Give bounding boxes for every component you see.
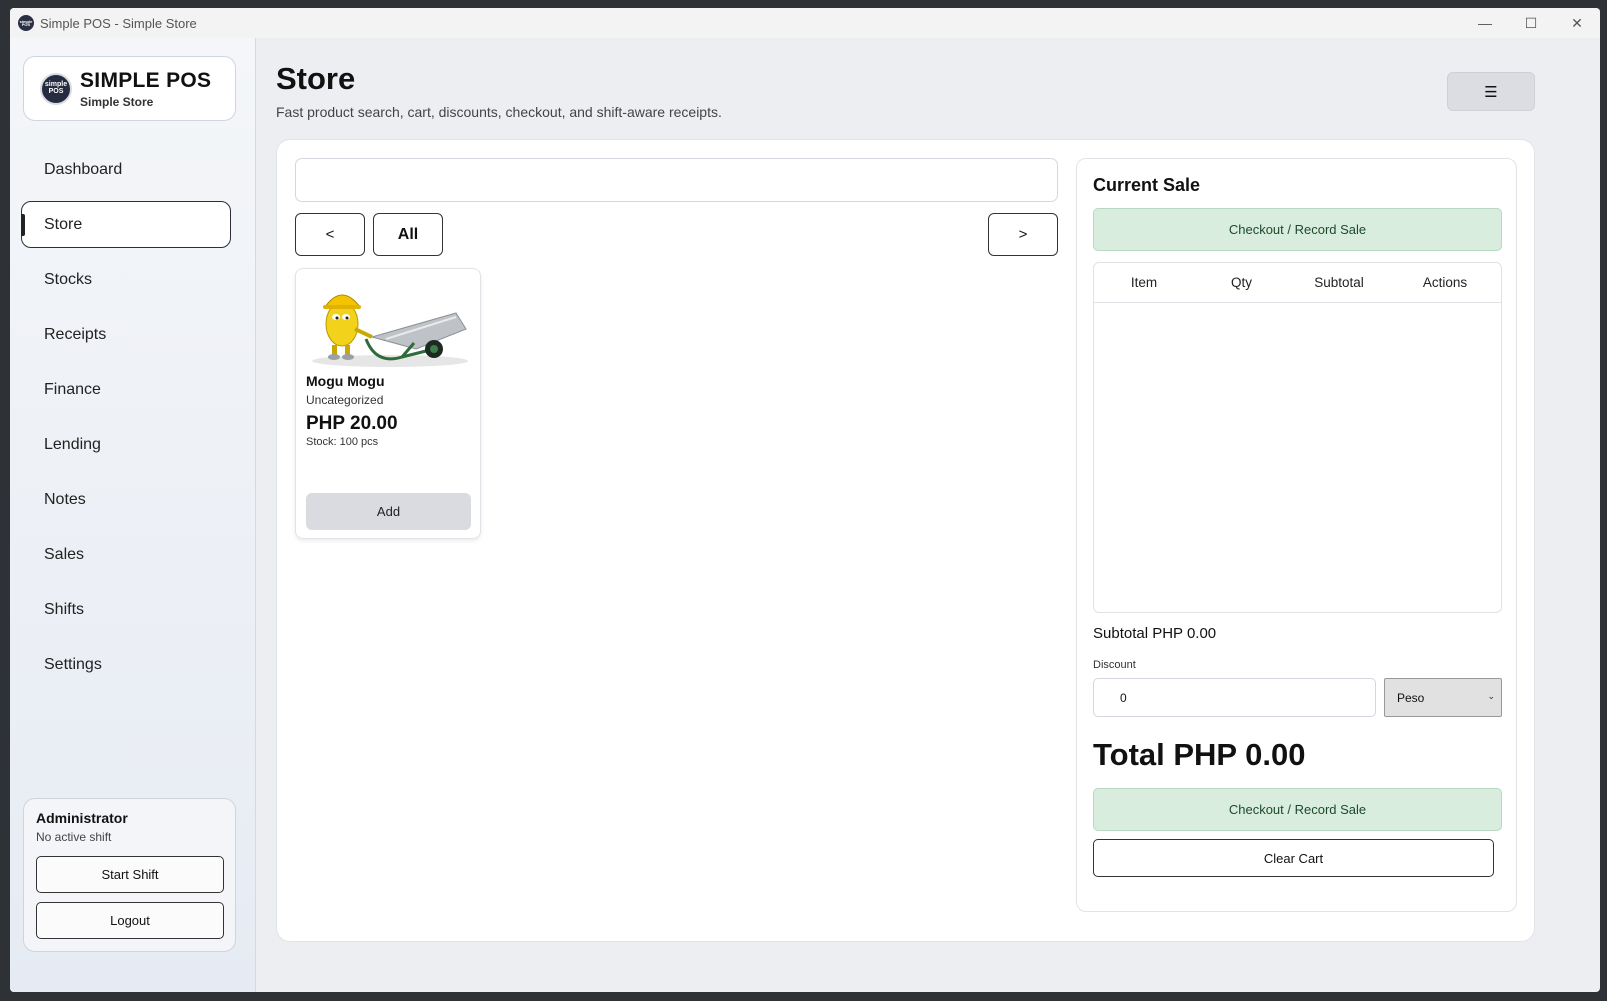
maximize-icon[interactable]: ☐ (1508, 8, 1554, 38)
sidebar-item-stocks[interactable]: Stocks (21, 256, 231, 303)
brand-subtitle: Simple Store (80, 94, 154, 109)
product-name: Mogu Mogu (306, 373, 385, 389)
discount-input[interactable]: 0 (1093, 678, 1376, 717)
brand-title: SIMPLE POS (80, 68, 212, 92)
user-name: Administrator (36, 810, 128, 826)
cart-table-header: Item Qty Subtotal Actions (1094, 263, 1501, 303)
column-header-item[interactable]: Item (1094, 275, 1194, 290)
app-window: simple POS Simple POS - Simple Store — ☐… (10, 8, 1600, 992)
title-bar: simple POS Simple POS - Simple Store — ☐… (10, 8, 1600, 38)
window-controls: — ☐ ✕ (1462, 8, 1600, 38)
product-price: PHP 20.00 (306, 413, 398, 434)
sidebar-item-store[interactable]: Store (21, 201, 231, 248)
brand-logo: simple POS (40, 72, 72, 105)
brand-card: simple POS SIMPLE POS Simple Store (23, 56, 236, 121)
main-area: Store Fast product search, cart, discoun… (257, 38, 1600, 992)
cart-subtotal: Subtotal PHP 0.00 (1093, 625, 1217, 642)
minimize-icon[interactable]: — (1462, 8, 1508, 38)
sidebar-item-lending[interactable]: Lending (21, 421, 231, 468)
search-input[interactable] (295, 158, 1058, 202)
sidebar-item-dashboard[interactable]: Dashboard (21, 146, 231, 193)
sidebar-nav: Dashboard Store Stocks Receipts Finance … (21, 146, 231, 696)
page-subtitle: Fast product search, cart, discounts, ch… (276, 104, 722, 120)
start-shift-button[interactable]: Start Shift (36, 856, 224, 893)
column-header-actions[interactable]: Actions (1389, 275, 1501, 290)
sidebar-item-sales[interactable]: Sales (21, 531, 231, 578)
product-image (312, 294, 468, 367)
close-icon[interactable]: ✕ (1554, 8, 1600, 38)
checkout-button-top[interactable]: Checkout / Record Sale (1093, 208, 1502, 251)
sidebar-item-settings[interactable]: Settings (21, 641, 231, 688)
category-next-button[interactable]: > (988, 213, 1058, 256)
column-header-qty[interactable]: Qty (1194, 275, 1289, 290)
chevron-down-icon: ⌄ (1487, 691, 1495, 701)
hamburger-icon: ☰ (1484, 83, 1498, 101)
product-category: Uncategorized (306, 393, 384, 407)
window-title: Simple POS - Simple Store (40, 15, 197, 31)
category-prev-button[interactable]: < (295, 213, 365, 256)
sidebar-item-finance[interactable]: Finance (21, 366, 231, 413)
product-card[interactable]: Mogu Mogu Uncategorized PHP 20.00 Stock:… (295, 268, 481, 539)
sidebar: simple POS SIMPLE POS Simple Store Dashb… (10, 38, 256, 992)
app-icon: simple POS (18, 15, 34, 31)
product-stock: Stock: 100 pcs (306, 436, 379, 448)
shift-status: No active shift (36, 830, 112, 844)
add-to-cart-button[interactable]: Add (306, 493, 471, 530)
discount-type-select[interactable]: Peso ⌄ (1384, 678, 1502, 717)
category-all-button[interactable]: All (373, 213, 443, 256)
sidebar-item-receipts[interactable]: Receipts (21, 311, 231, 358)
sidebar-item-shifts[interactable]: Shifts (21, 586, 231, 633)
column-header-subtotal[interactable]: Subtotal (1289, 275, 1389, 290)
store-panel: < All > Mogu Mogu Uncategorized PHP 20.0… (276, 139, 1535, 942)
sidebar-item-notes[interactable]: Notes (21, 476, 231, 523)
current-sale-panel: Current Sale Checkout / Record Sale Item… (1076, 158, 1517, 912)
logout-button[interactable]: Logout (36, 902, 224, 939)
cart-table: Item Qty Subtotal Actions (1093, 262, 1502, 613)
discount-type-value: Peso (1397, 690, 1425, 705)
cart-total: Total PHP 0.00 (1093, 737, 1306, 772)
sale-title: Current Sale (1093, 175, 1201, 195)
clear-cart-button[interactable]: Clear Cart (1093, 839, 1494, 877)
menu-button[interactable]: ☰ (1447, 72, 1535, 111)
page-title: Store (276, 61, 356, 96)
discount-label: Discount (1093, 659, 1136, 671)
user-panel: Administrator No active shift Start Shif… (23, 798, 236, 952)
checkout-button-bottom[interactable]: Checkout / Record Sale (1093, 788, 1502, 831)
